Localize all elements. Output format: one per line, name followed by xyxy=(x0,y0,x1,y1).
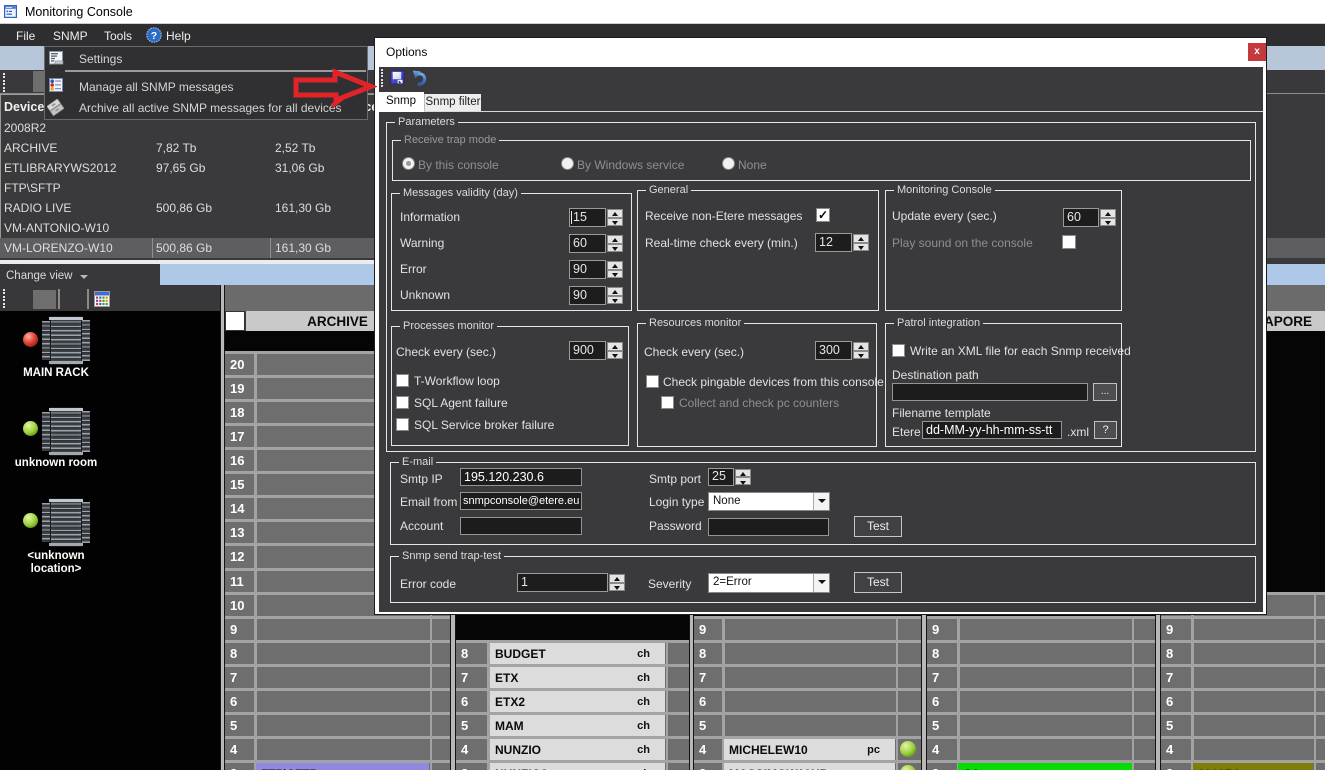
svg-text:?: ? xyxy=(151,30,157,42)
